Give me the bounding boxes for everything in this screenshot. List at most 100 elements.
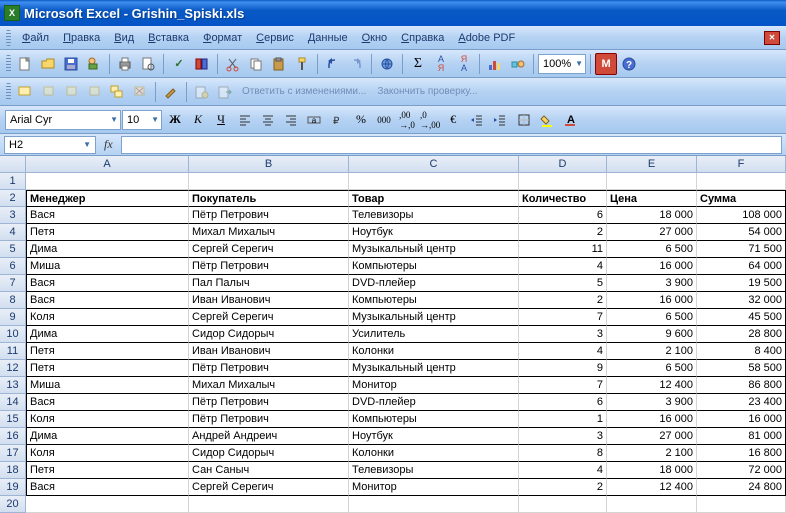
cell[interactable]: Колонки bbox=[349, 343, 519, 360]
menu-правка[interactable]: Правка bbox=[56, 30, 107, 46]
row-header-16[interactable]: 16 bbox=[0, 428, 26, 445]
menu-файл[interactable]: Файл bbox=[15, 30, 56, 46]
euro-button[interactable]: € bbox=[442, 109, 464, 131]
cell[interactable]: 28 800 bbox=[697, 326, 786, 343]
cell[interactable]: Пал Палыч bbox=[189, 275, 349, 292]
cell[interactable]: 6 500 bbox=[607, 360, 697, 377]
cell[interactable]: Телевизоры bbox=[349, 462, 519, 479]
decrease-indent-button[interactable] bbox=[466, 109, 488, 131]
cell[interactable]: Сидор Сидорыч bbox=[189, 445, 349, 462]
cell[interactable]: Покупатель bbox=[189, 190, 349, 207]
menu-формат[interactable]: Формат bbox=[196, 30, 249, 46]
cell[interactable]: Вася bbox=[26, 207, 189, 224]
cell[interactable]: Музыкальный центр bbox=[349, 309, 519, 326]
cell[interactable]: 11 bbox=[519, 241, 607, 258]
paste-button[interactable] bbox=[268, 53, 290, 75]
row-header-2[interactable]: 2 bbox=[0, 190, 26, 207]
cell[interactable]: Миша bbox=[26, 258, 189, 275]
cell[interactable]: 16 800 bbox=[697, 445, 786, 462]
row-header-5[interactable]: 5 bbox=[0, 241, 26, 258]
cell[interactable]: Петя bbox=[26, 224, 189, 241]
row-header-12[interactable]: 12 bbox=[0, 360, 26, 377]
row-header-8[interactable]: 8 bbox=[0, 292, 26, 309]
cell[interactable]: 1 bbox=[519, 411, 607, 428]
cell[interactable]: Пётр Петрович bbox=[189, 411, 349, 428]
cell[interactable]: Дима bbox=[26, 326, 189, 343]
copy-button[interactable] bbox=[245, 53, 267, 75]
cell[interactable]: Вася bbox=[26, 275, 189, 292]
cell[interactable]: 2 bbox=[519, 479, 607, 496]
cell[interactable]: 24 800 bbox=[697, 479, 786, 496]
row-header-3[interactable]: 3 bbox=[0, 207, 26, 224]
cell[interactable]: 2 100 bbox=[607, 343, 697, 360]
font-combo[interactable]: Arial Cyr▼ bbox=[5, 110, 121, 130]
cell[interactable]: Количество bbox=[519, 190, 607, 207]
cell[interactable]: 4 bbox=[519, 343, 607, 360]
cell[interactable]: Вася bbox=[26, 479, 189, 496]
spelling-button[interactable]: ✓ bbox=[168, 53, 190, 75]
cell[interactable]: Михал Михалыч bbox=[189, 224, 349, 241]
cell[interactable]: DVD-плейер bbox=[349, 394, 519, 411]
cell[interactable]: 4 bbox=[519, 462, 607, 479]
cell[interactable]: 2 bbox=[519, 292, 607, 309]
col-header-A[interactable]: A bbox=[26, 156, 189, 173]
cell[interactable] bbox=[189, 173, 349, 190]
cell[interactable]: Сергей Серегич bbox=[189, 479, 349, 496]
cell[interactable]: 3 bbox=[519, 326, 607, 343]
cell[interactable]: 12 400 bbox=[607, 377, 697, 394]
cell[interactable]: 6 500 bbox=[607, 309, 697, 326]
cell[interactable]: Пётр Петрович bbox=[189, 394, 349, 411]
row-header-17[interactable]: 17 bbox=[0, 445, 26, 462]
cell[interactable]: Дима bbox=[26, 428, 189, 445]
cell[interactable] bbox=[189, 496, 349, 513]
cell[interactable]: 8 bbox=[519, 445, 607, 462]
cell[interactable]: 27 000 bbox=[607, 224, 697, 241]
cell[interactable]: 7 bbox=[519, 377, 607, 394]
cell[interactable]: Дима bbox=[26, 241, 189, 258]
drawing-button[interactable] bbox=[507, 53, 529, 75]
undo-button[interactable] bbox=[322, 53, 344, 75]
col-header-D[interactable]: D bbox=[519, 156, 607, 173]
menu-данные[interactable]: Данные bbox=[301, 30, 355, 46]
cell[interactable]: 4 bbox=[519, 258, 607, 275]
cell[interactable]: Товар bbox=[349, 190, 519, 207]
cell[interactable]: Музыкальный центр bbox=[349, 360, 519, 377]
chart-button[interactable] bbox=[484, 53, 506, 75]
save-button[interactable] bbox=[60, 53, 82, 75]
m-button[interactable]: M bbox=[595, 53, 617, 75]
cell[interactable]: 9 bbox=[519, 360, 607, 377]
row-header-4[interactable]: 4 bbox=[0, 224, 26, 241]
cell[interactable]: Иван Иванович bbox=[189, 292, 349, 309]
hyperlink-button[interactable] bbox=[376, 53, 398, 75]
cell[interactable]: Петя bbox=[26, 343, 189, 360]
cell[interactable]: 86 800 bbox=[697, 377, 786, 394]
cell[interactable]: 58 500 bbox=[697, 360, 786, 377]
cell[interactable]: 19 500 bbox=[697, 275, 786, 292]
show-all-comments-button[interactable] bbox=[106, 81, 128, 103]
name-box[interactable]: H2▼ bbox=[4, 136, 96, 154]
cell[interactable]: Андрей Андреич bbox=[189, 428, 349, 445]
research-button[interactable] bbox=[191, 53, 213, 75]
font-size-combo[interactable]: 10▼ bbox=[122, 110, 162, 130]
cell[interactable]: 108 000 bbox=[697, 207, 786, 224]
borders-button[interactable] bbox=[513, 109, 535, 131]
row-header-1[interactable]: 1 bbox=[0, 173, 26, 190]
cell[interactable]: Петя bbox=[26, 360, 189, 377]
fill-color-button[interactable] bbox=[536, 109, 558, 131]
close-workbook-button[interactable]: ✕ bbox=[764, 31, 780, 45]
cell[interactable]: 72 000 bbox=[697, 462, 786, 479]
cell[interactable]: 16 000 bbox=[697, 411, 786, 428]
decrease-decimal-button[interactable]: ,0→,00 bbox=[419, 109, 441, 131]
cell[interactable]: Телевизоры bbox=[349, 207, 519, 224]
cell[interactable]: 12 400 bbox=[607, 479, 697, 496]
cell[interactable]: 18 000 bbox=[607, 462, 697, 479]
cell[interactable]: Менеджер bbox=[26, 190, 189, 207]
row-header-10[interactable]: 10 bbox=[0, 326, 26, 343]
cell[interactable]: Коля bbox=[26, 309, 189, 326]
cell[interactable]: Усилитель bbox=[349, 326, 519, 343]
cell[interactable]: 6 bbox=[519, 207, 607, 224]
cell[interactable]: Сумма bbox=[697, 190, 786, 207]
cell[interactable]: 7 bbox=[519, 309, 607, 326]
cell[interactable]: Вася bbox=[26, 292, 189, 309]
font-color-button[interactable]: A bbox=[559, 109, 581, 131]
